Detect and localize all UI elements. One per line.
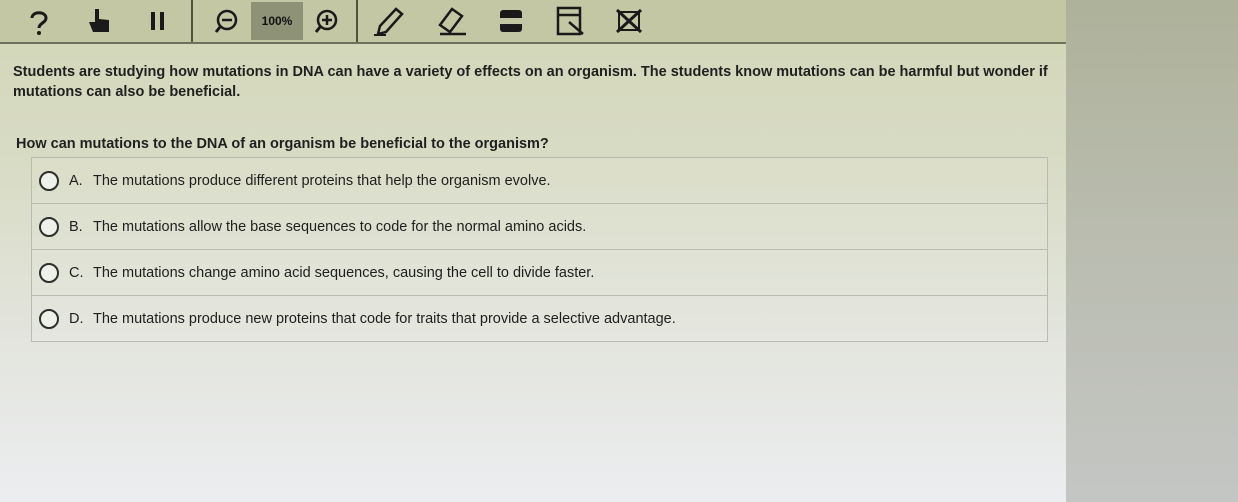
radio-button[interactable]: [39, 308, 59, 329]
notepad-icon[interactable]: [554, 4, 588, 38]
monitor-bezel: [1066, 0, 1238, 502]
radio-button[interactable]: [39, 170, 59, 191]
pen-icon[interactable]: [372, 4, 406, 38]
help-icon[interactable]: [22, 4, 56, 38]
radio-button[interactable]: [39, 262, 59, 283]
zoom-out-icon[interactable]: [209, 4, 243, 38]
pause-icon[interactable]: [141, 4, 175, 38]
option-letter: D.: [69, 310, 84, 327]
option-eliminator-icon[interactable]: [612, 4, 646, 38]
option-d[interactable]: D. The mutations produce new proteins th…: [31, 295, 1048, 342]
option-text: The mutations produce different proteins…: [93, 172, 551, 189]
option-letter: C.: [69, 264, 84, 281]
test-screen: 100% Students are studying how mutations…: [0, 0, 1066, 502]
pointer-hand-icon[interactable]: [82, 4, 116, 38]
line-reader-icon[interactable]: [494, 4, 528, 38]
radio-button[interactable]: [39, 216, 59, 237]
option-a[interactable]: A. The mutations produce different prote…: [31, 157, 1048, 204]
eraser-icon[interactable]: [434, 4, 468, 38]
answer-options: A. The mutations produce different prote…: [31, 157, 1048, 342]
zoom-in-icon[interactable]: [309, 4, 343, 38]
toolbar: 100%: [0, 0, 1066, 44]
zoom-level: 100%: [251, 2, 303, 40]
option-c[interactable]: C. The mutations change amino acid seque…: [31, 249, 1048, 296]
option-text: The mutations change amino acid sequence…: [93, 264, 595, 281]
option-letter: A.: [69, 172, 83, 189]
question-stem: Students are studying how mutations in D…: [13, 64, 1048, 100]
option-letter: B.: [69, 218, 83, 235]
option-text: The mutations produce new proteins that …: [93, 310, 676, 327]
option-b[interactable]: B. The mutations allow the base sequence…: [31, 203, 1048, 250]
option-text: The mutations allow the base sequences t…: [93, 218, 587, 235]
question-prompt: How can mutations to the DNA of an organ…: [16, 136, 549, 152]
question-area: Students are studying how mutations in D…: [13, 62, 1059, 152]
